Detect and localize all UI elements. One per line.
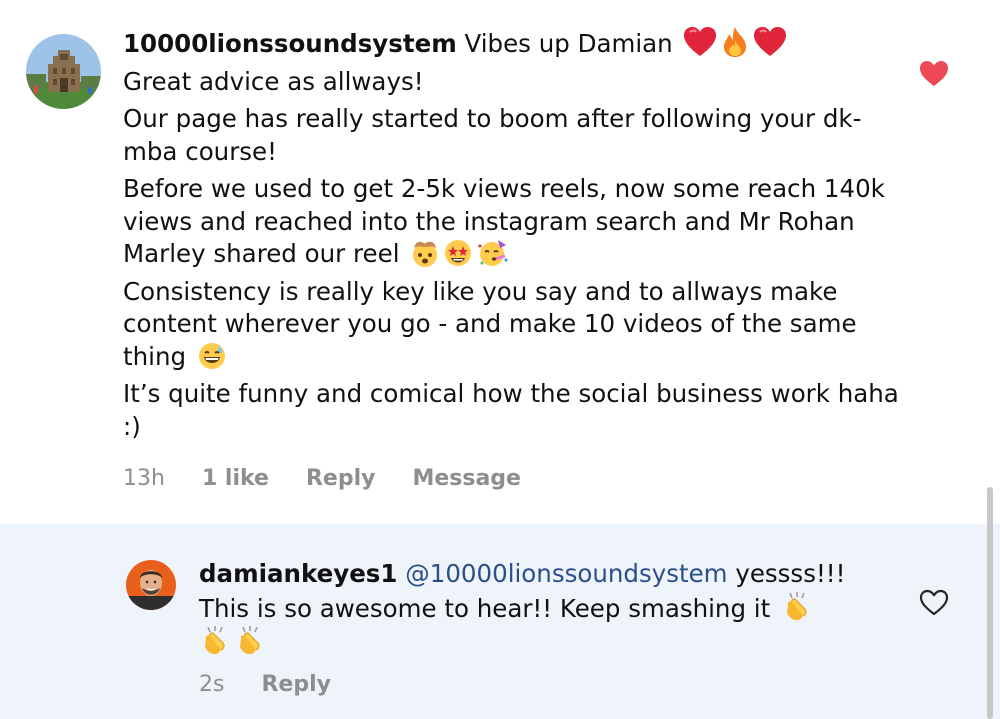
- reply-button[interactable]: Reply: [261, 672, 331, 697]
- reply-button[interactable]: Reply: [306, 466, 376, 491]
- likes-count[interactable]: 1 like: [202, 466, 269, 491]
- red-heart-emoji: [753, 26, 787, 58]
- reply-text-b: This is so awesome to hear!! Keep smashi…: [199, 593, 771, 623]
- temple-photo-icon: [26, 34, 101, 109]
- mention-link[interactable]: @10000lionssoundsystem: [405, 559, 727, 588]
- comment: 10000lionssoundsystem Vibes up Damian Gr…: [0, 0, 1000, 524]
- reply-comment: damiankeyes1 @10000lionssoundsystem yess…: [0, 524, 1000, 719]
- comment-meta: 13h 1 like Reply Message: [123, 463, 558, 493]
- comment-time: 13h: [123, 465, 165, 491]
- red-heart-emoji: [683, 26, 717, 58]
- comment-body: 10000lionssoundsystem Vibes up Damian Gr…: [123, 26, 913, 448]
- clapping-hands-emoji: [234, 625, 266, 657]
- message-button[interactable]: Message: [412, 466, 521, 491]
- clapping-hands-emoji: [781, 591, 813, 623]
- reply-text-a: yessss!!!: [735, 559, 846, 588]
- scrollbar[interactable]: [987, 487, 993, 719]
- comment-username[interactable]: 10000lionssoundsystem: [123, 29, 457, 58]
- star-struck-emoji: [443, 238, 473, 268]
- like-heart-icon[interactable]: [918, 58, 950, 90]
- exploding-head-emoji: [410, 238, 440, 268]
- avatar[interactable]: [26, 34, 101, 109]
- comment-line: Our page has really started to boom afte…: [123, 104, 862, 166]
- avatar[interactable]: [126, 560, 176, 610]
- clapping-hands-emoji: [199, 625, 231, 657]
- fire-emoji: [720, 26, 750, 58]
- comments-screen: 10000lionssoundsystem Vibes up Damian Gr…: [0, 0, 1000, 719]
- comment-first-line: Vibes up Damian: [464, 29, 673, 58]
- reply-username[interactable]: damiankeyes1: [199, 559, 397, 588]
- reply-meta: 2s Reply: [199, 672, 368, 697]
- like-heart-outline-icon[interactable]: [918, 587, 950, 619]
- partying-face-emoji: [476, 238, 510, 268]
- reply-body: damiankeyes1 @10000lionssoundsystem yess…: [199, 558, 879, 660]
- reply-time: 2s: [199, 672, 225, 697]
- comment-line: Consistency is really key like you say a…: [123, 276, 857, 371]
- profile-photo-icon: [126, 560, 176, 610]
- comment-line: Great advice as allways!: [123, 66, 424, 96]
- grinning-sweat-emoji: [197, 341, 227, 371]
- comment-line: It’s quite funny and comical how the soc…: [123, 379, 899, 441]
